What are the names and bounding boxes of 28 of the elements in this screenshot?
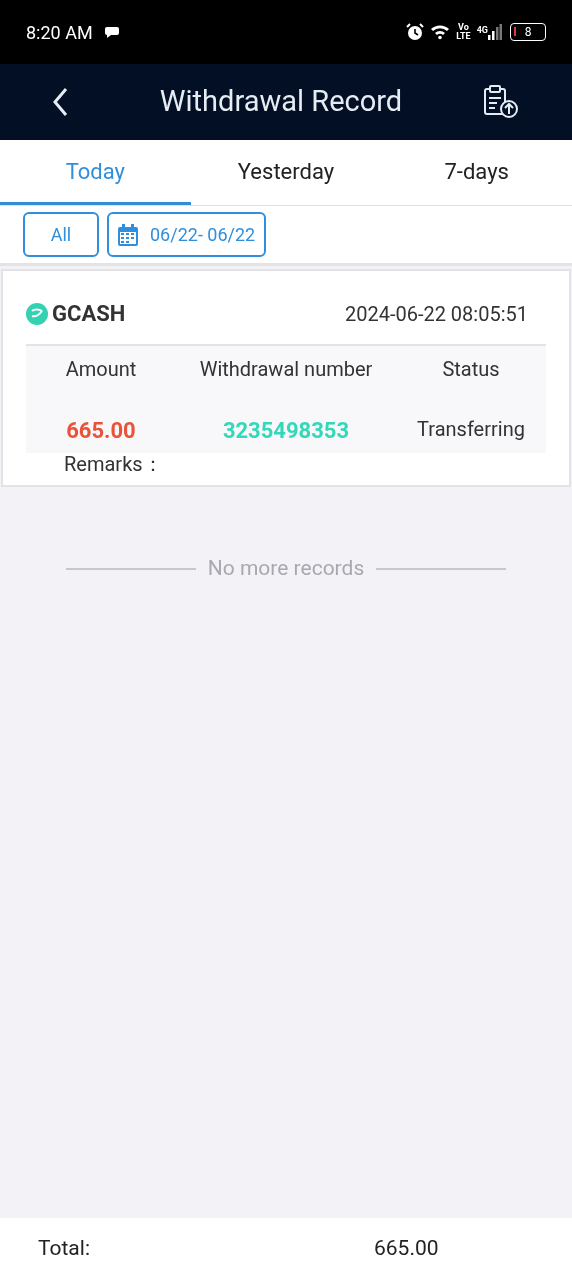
network-label: 4G bbox=[476, 24, 488, 37]
chat-bubble-icon bbox=[104, 26, 119, 38]
amount-value: 665.00 bbox=[65, 417, 137, 445]
column-header: Amount bbox=[64, 356, 138, 383]
status-value: Transferring bbox=[416, 416, 526, 443]
wifi-icon bbox=[430, 24, 451, 40]
signal-icon bbox=[488, 24, 502, 40]
page-title: Withdrawal Record bbox=[158, 83, 404, 121]
column-header: Status bbox=[441, 356, 501, 383]
total-label: Total: bbox=[38, 1235, 90, 1263]
calendar-icon bbox=[118, 223, 138, 246]
withdrawal-number: 3235498353 bbox=[221, 417, 351, 445]
clock-time: 8:20 AM bbox=[26, 20, 93, 45]
remarks-label: Remarks： bbox=[63, 453, 164, 475]
record-datetime: 2024-06-22 08:05:51 bbox=[344, 300, 528, 328]
date-range-button[interactable]: 06/22- 06/22 bbox=[107, 212, 267, 257]
volte-label: Vo bbox=[458, 23, 469, 32]
tab[interactable]: 7-days bbox=[381, 140, 572, 205]
volte-label: LTE bbox=[456, 32, 471, 41]
alarm-icon bbox=[406, 23, 425, 41]
filter-all-button[interactable]: All bbox=[23, 212, 99, 257]
tab[interactable]: Yesterday bbox=[190, 140, 382, 205]
total-value: 665.00 bbox=[374, 1235, 439, 1263]
payment-method: GCASH bbox=[52, 300, 126, 328]
no-more-records-text: No more records bbox=[207, 555, 365, 582]
battery-level: 8 bbox=[524, 24, 532, 41]
clipboard-upload-icon[interactable] bbox=[482, 83, 520, 121]
column-header: Withdrawal number bbox=[198, 356, 374, 383]
